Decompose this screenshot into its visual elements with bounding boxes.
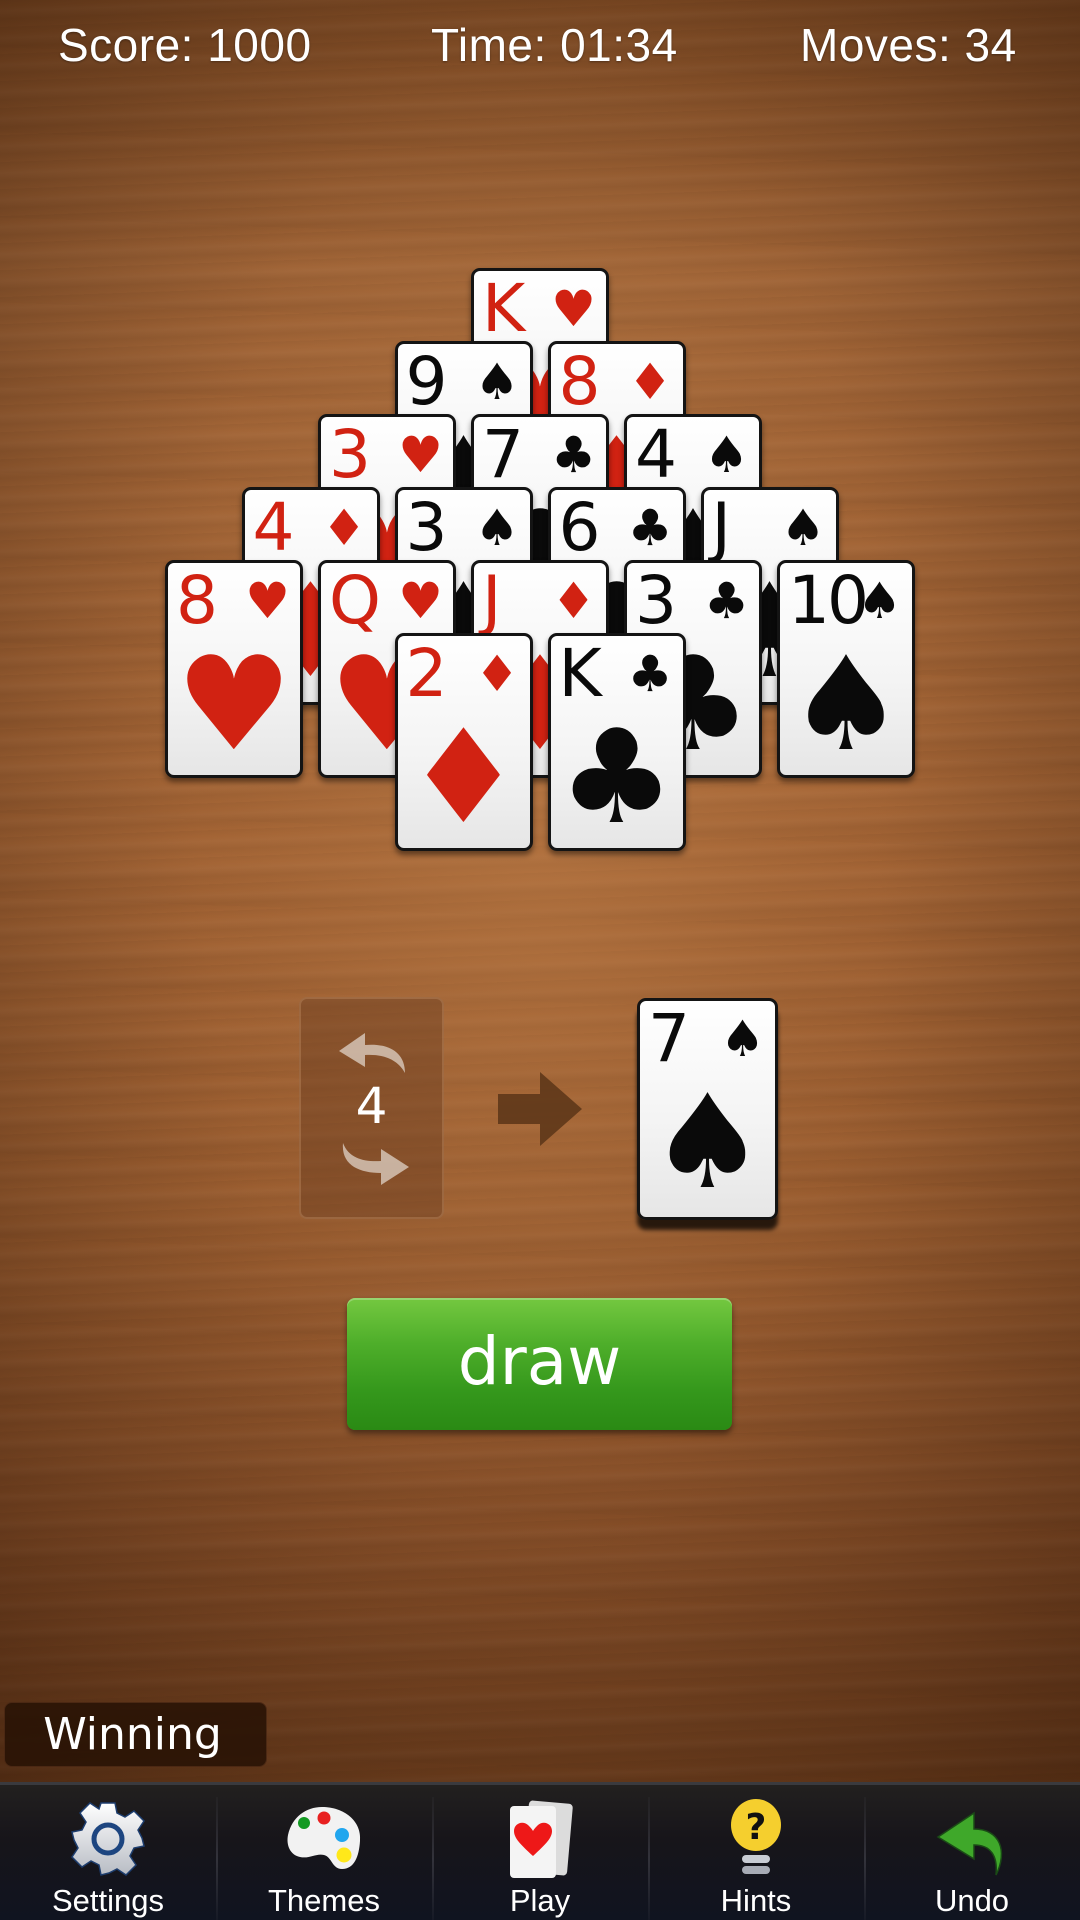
nav-label: Settings <box>51 1883 164 1918</box>
nav-label: Hints <box>720 1883 792 1918</box>
undo-arrow-icon <box>930 1797 1014 1881</box>
heart-icon: ♥ <box>245 572 290 630</box>
spade-icon: ♠ <box>474 499 520 557</box>
pyramid-card[interactable]: 8 ♥ ♥ <box>165 560 303 778</box>
spade-icon: ♠ <box>787 628 905 778</box>
heart-icon: ♥ <box>398 426 443 484</box>
diamond-icon: ♦ <box>474 645 520 703</box>
lightbulb-icon: ? <box>714 1797 798 1881</box>
cards-icon <box>498 1797 582 1881</box>
spade-icon: ♠ <box>649 1066 766 1218</box>
waste-card[interactable]: 7 ♠ ♠ <box>637 998 778 1220</box>
heart-icon: ♥ <box>551 280 596 338</box>
moves-display: Moves: 34 <box>800 19 1017 71</box>
nav-label: Themes <box>268 1883 380 1918</box>
status-badge: Winning <box>4 1702 267 1767</box>
bottom-navbar: Settings Themes Play ? Hints Undo <box>0 1782 1080 1920</box>
nav-hints[interactable]: ? Hints <box>648 1785 864 1920</box>
pyramid-card[interactable]: 10 ♠ ♠ <box>777 560 915 778</box>
recycle-back-arrow-icon <box>339 1033 405 1073</box>
nav-undo[interactable]: Undo <box>864 1785 1080 1920</box>
nav-label: Play <box>509 1883 571 1918</box>
diamond-icon: ♦ <box>551 572 596 630</box>
score-display: Score: 1000 <box>58 19 312 71</box>
spade-icon: ♠ <box>857 572 902 630</box>
pyramid-card[interactable]: K ♣ ♣ <box>547 633 686 851</box>
stock-pile[interactable]: 4 <box>299 997 444 1219</box>
gear-icon <box>66 1797 150 1881</box>
heart-icon: ♥ <box>398 572 443 630</box>
club-icon: ♣ <box>704 572 749 630</box>
club-icon: ♣ <box>627 645 673 703</box>
diamond-icon: ♦ <box>405 701 522 851</box>
nav-play[interactable]: Play <box>432 1785 648 1920</box>
stock-count: 4 <box>355 1077 388 1135</box>
heart-icon: ♥ <box>175 628 293 778</box>
arrow-right-icon <box>498 1072 582 1146</box>
recycle-forward-arrow-icon <box>342 1143 409 1185</box>
draw-button[interactable]: draw <box>347 1298 732 1430</box>
diamond-icon: ♦ <box>321 499 367 557</box>
nav-settings[interactable]: Settings <box>0 1785 216 1920</box>
nav-label: Undo <box>934 1883 1010 1918</box>
svg-text:?: ? <box>746 1807 767 1848</box>
diamond-icon: ♦ <box>627 353 673 411</box>
timer-display: Time: 01:34 <box>431 19 678 71</box>
spade-icon: ♠ <box>780 499 826 557</box>
palette-icon <box>282 1797 366 1881</box>
spade-icon: ♠ <box>720 1010 765 1068</box>
club-icon: ♣ <box>551 426 596 484</box>
pyramid-card[interactable]: 2 ♦ ♦ <box>394 633 533 851</box>
spade-icon: ♠ <box>474 353 520 411</box>
club-icon: ♣ <box>627 499 673 557</box>
club-icon: ♣ <box>558 701 675 851</box>
spade-icon: ♠ <box>704 426 749 484</box>
nav-themes[interactable]: Themes <box>216 1785 432 1920</box>
